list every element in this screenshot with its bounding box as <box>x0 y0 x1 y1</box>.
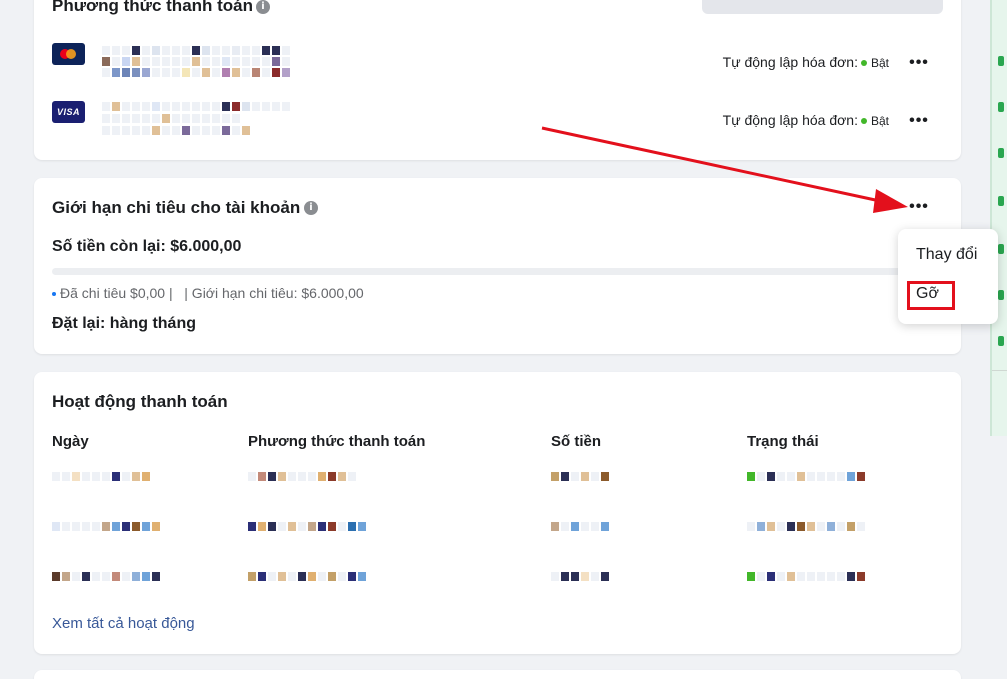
annotation-arrow-icon <box>541 126 908 213</box>
